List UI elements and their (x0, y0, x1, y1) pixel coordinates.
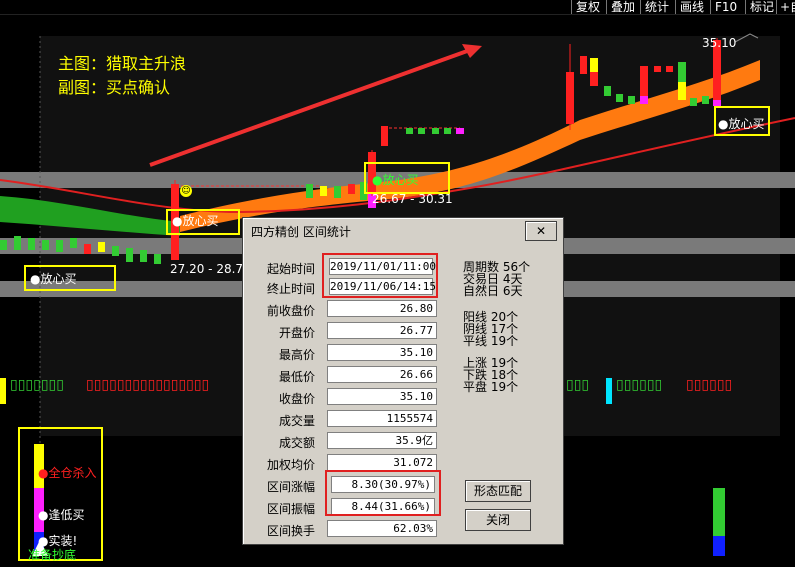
signal-strip-red: ▯▯▯▯▯▯▯▯▯▯▯▯▯▯▯▯ (86, 377, 210, 393)
change-highlight-box (325, 470, 441, 516)
toolbar-f10-button[interactable]: F10 (715, 0, 737, 14)
stat-flat-line: 平线 19个 (463, 334, 519, 348)
end-time-label: 终止时间 (266, 282, 315, 296)
field-value: 26.66 (327, 366, 437, 383)
indicator-bar (713, 536, 725, 556)
buy-signal-label: ●放心买 (30, 272, 77, 286)
top-toolbar: 复权 叠加 统计 画线 F10 标记 +自 (0, 0, 795, 14)
buy-signal-label: ●放心买 (718, 117, 765, 131)
field-value: 26.80 (327, 300, 437, 317)
field-label: 区间涨幅 (266, 480, 315, 494)
main-chart-title: 主图：猎取主升浪 (58, 54, 187, 73)
field-label: 成交额 (278, 436, 315, 450)
start-time-label: 起始时间 (266, 262, 315, 276)
indicator-label: ●逢低买 (38, 508, 85, 522)
indicator-label: 准备抄底 (28, 548, 77, 562)
close-button[interactable]: 关闭 (465, 509, 531, 531)
dialog-title: 四方精创 区间统计 (251, 225, 351, 239)
signal-strip-red-2: ▯▯▯▯▯▯ (686, 377, 733, 393)
field-label: 收盘价 (278, 392, 315, 406)
toolbar-separator (710, 0, 711, 14)
field-value: 31.072 (327, 454, 437, 471)
indicator-label: ●全仓杀入 (38, 466, 97, 480)
field-value: 35.10 (327, 388, 437, 405)
toolbar-mark-button[interactable]: 标记 (750, 0, 774, 14)
toolbar-fuquan-button[interactable]: 复权 (576, 0, 600, 14)
toolbar-add-button[interactable]: +自 (780, 0, 795, 14)
range-low-label: 27.20 - 28.76 (170, 262, 251, 276)
toolbar-separator (675, 0, 676, 14)
toolbar-separator (571, 0, 572, 14)
toolbar-stats-button[interactable]: 统计 (645, 0, 669, 14)
field-value: 62.03% (327, 520, 437, 537)
field-value: 35.10 (327, 344, 437, 361)
interval-stats-dialog: 四方精创 区间统计 ✕ 起始时间 2019/11/01/11:00 终止时间 2… (242, 217, 564, 545)
field-label: 前收盘价 (266, 304, 315, 318)
toolbar-separator (745, 0, 746, 14)
field-label: 区间换手 (266, 524, 315, 538)
sub-chart-title: 副图：买点确认 (58, 78, 171, 97)
price-high-label: 35.10 (702, 36, 737, 50)
toolbar-overlay-button[interactable]: 叠加 (611, 0, 635, 14)
field-label: 加权均价 (266, 458, 315, 472)
toolbar-draw-button[interactable]: 画线 (680, 0, 704, 14)
dialog-titlebar[interactable]: 四方精创 区间统计 ✕ (245, 220, 561, 241)
field-label: 区间振幅 (266, 502, 315, 516)
range-mid-label: 26.67 - 30.31 (372, 192, 453, 206)
toolbar-separator (606, 0, 607, 14)
indicator-bar (713, 488, 725, 536)
time-highlight-box (322, 253, 438, 298)
field-label: 最高价 (278, 348, 315, 362)
field-label: 成交量 (278, 414, 315, 428)
close-icon[interactable]: ✕ (525, 221, 557, 241)
buy-signal-label: ●放心买 (172, 214, 219, 228)
field-label: 最低价 (278, 370, 315, 384)
buy-signal-label: ●放心买 (372, 173, 419, 187)
stat-natural-days: 自然日 6天 (463, 284, 523, 298)
smiley-icon: ☺ (180, 185, 192, 197)
field-value: 26.77 (327, 322, 437, 339)
toolbar-separator (776, 0, 777, 14)
signal-strip-green-2: ▯▯▯ (566, 377, 590, 393)
field-value: 1155574 (327, 410, 437, 427)
stat-flat: 平盘 19个 (463, 380, 519, 394)
signal-strip-green-3: ▯▯▯▯▯▯ (616, 377, 663, 393)
toolbar-separator (640, 0, 641, 14)
field-label: 开盘价 (278, 326, 315, 340)
signal-strip-green-1: ▯▯▯▯▯▯▯ (10, 377, 64, 393)
pattern-match-button[interactable]: 形态匹配 (465, 480, 531, 502)
field-value: 35.9亿 (327, 432, 437, 449)
